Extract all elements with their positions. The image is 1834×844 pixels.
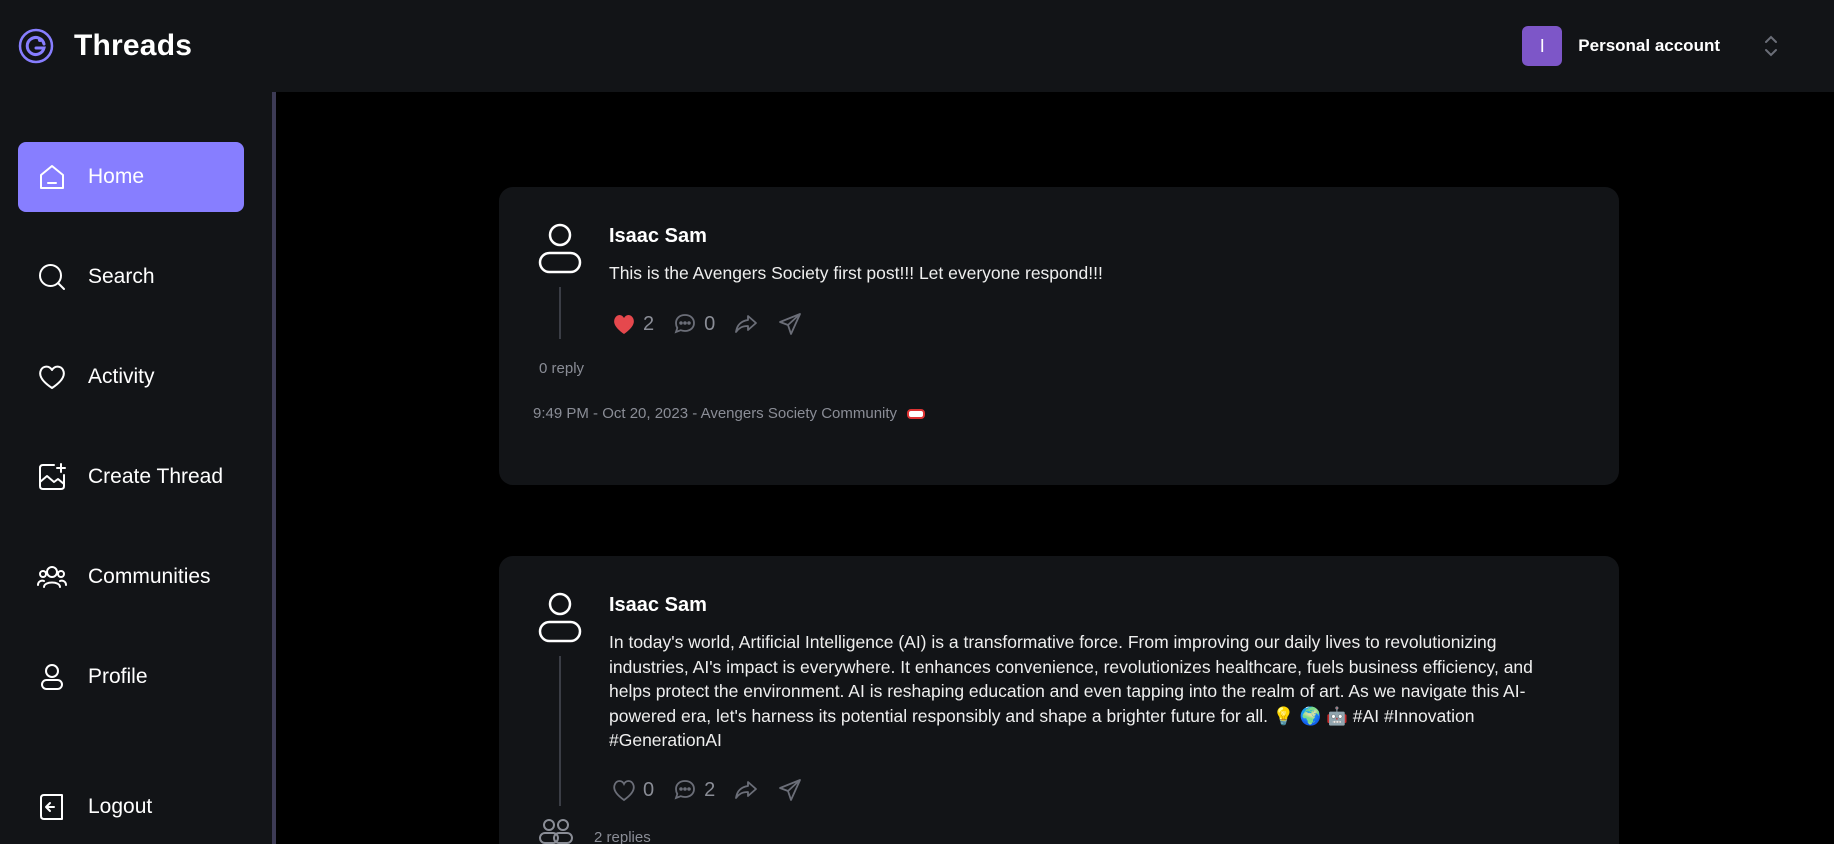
- replies-link[interactable]: 0 reply: [539, 360, 584, 377]
- app-title: Threads: [74, 29, 193, 62]
- like-count: 0: [643, 778, 655, 801]
- sidebar-item-label: Profile: [88, 665, 148, 688]
- sidebar-item-label: Activity: [88, 365, 155, 388]
- sidebar-item-activity[interactable]: Activity: [18, 342, 244, 412]
- sidebar-item-profile[interactable]: Profile: [18, 642, 244, 712]
- reply-avatars-icon: [539, 819, 573, 844]
- logout-label: Logout: [88, 795, 153, 818]
- heart-filled-icon: [614, 315, 634, 334]
- thread-line: [559, 656, 561, 806]
- author-name[interactable]: Isaac Sam: [609, 225, 707, 248]
- reply-button[interactable]: 0: [672, 311, 715, 337]
- thread-actions: 2 0: [611, 311, 821, 337]
- chevron-up-down-icon[interactable]: [1762, 32, 1780, 60]
- sidebar-item-label: Home: [88, 165, 145, 188]
- thread-actions: 0 2: [611, 777, 821, 803]
- create-image-icon: [39, 463, 66, 490]
- like-count: 2: [643, 312, 655, 335]
- logout-icon: [40, 794, 63, 820]
- send-icon: [779, 779, 802, 801]
- community-avatar: [907, 409, 926, 420]
- account-switcher[interactable]: I Personal account: [1522, 26, 1780, 66]
- author-name[interactable]: Isaac Sam: [609, 594, 707, 617]
- thread-content: In today's world, Artificial Intelligenc…: [609, 632, 1533, 750]
- thread-line: [559, 287, 561, 339]
- send-icon: [779, 313, 802, 335]
- sidebar-item-label: Create Thread: [88, 465, 224, 488]
- repost-button[interactable]: [733, 777, 759, 803]
- share-arrow-icon: [735, 315, 758, 333]
- comment-count: 0: [704, 312, 716, 335]
- thread-feed: Isaac Sam This is the Avengers Society f…: [499, 187, 1619, 844]
- author-avatar-icon[interactable]: [537, 592, 583, 644]
- like-button[interactable]: 2: [611, 311, 654, 337]
- comment-icon: [674, 780, 696, 800]
- threads-logo-icon: [18, 28, 54, 64]
- sidebar-item-home[interactable]: Home: [18, 142, 244, 212]
- thread-content: This is the Avengers Society first post!…: [609, 263, 1103, 283]
- send-button[interactable]: [777, 311, 803, 337]
- like-button[interactable]: 0: [611, 777, 654, 803]
- thread-card: Isaac Sam In today's world, Artificial I…: [499, 556, 1619, 844]
- account-avatar: I: [1522, 26, 1563, 66]
- thread-timestamp-community: 9:49 PM - Oct 20, 2023 - Avengers Societ…: [533, 405, 898, 422]
- sidebar-item-communities[interactable]: Communities: [18, 542, 244, 612]
- home-icon: [40, 165, 64, 189]
- replies-link[interactable]: 2 replies: [594, 829, 651, 844]
- reply-button[interactable]: 2: [672, 777, 715, 803]
- heart-outline-icon: [613, 780, 635, 802]
- thread-card: Isaac Sam This is the Avengers Society f…: [499, 187, 1619, 485]
- send-button[interactable]: [777, 777, 803, 803]
- account-label: Personal account: [1578, 36, 1720, 55]
- share-arrow-icon: [735, 781, 758, 799]
- logout-button[interactable]: Logout: [18, 772, 244, 842]
- sidebar-item-search[interactable]: Search: [18, 242, 244, 312]
- user-icon: [41, 664, 63, 690]
- comment-icon: [674, 314, 696, 334]
- sidebar: Home Search Activity Create Thread Commu…: [0, 92, 276, 844]
- thread-meta[interactable]: 9:49 PM - Oct 20, 2023 - Avengers Societ…: [533, 405, 926, 422]
- sidebar-item-create-thread[interactable]: Create Thread: [18, 442, 244, 512]
- top-bar: Threads I Personal account: [0, 0, 1834, 92]
- repost-button[interactable]: [733, 311, 759, 337]
- brand[interactable]: Threads: [18, 28, 192, 64]
- search-icon: [39, 264, 65, 290]
- heart-icon: [39, 365, 65, 389]
- communities-icon: [37, 566, 67, 588]
- author-avatar-icon[interactable]: [537, 223, 583, 275]
- comment-count: 2: [704, 778, 716, 801]
- sidebar-item-label: Search: [88, 265, 155, 288]
- sidebar-item-label: Communities: [88, 565, 211, 588]
